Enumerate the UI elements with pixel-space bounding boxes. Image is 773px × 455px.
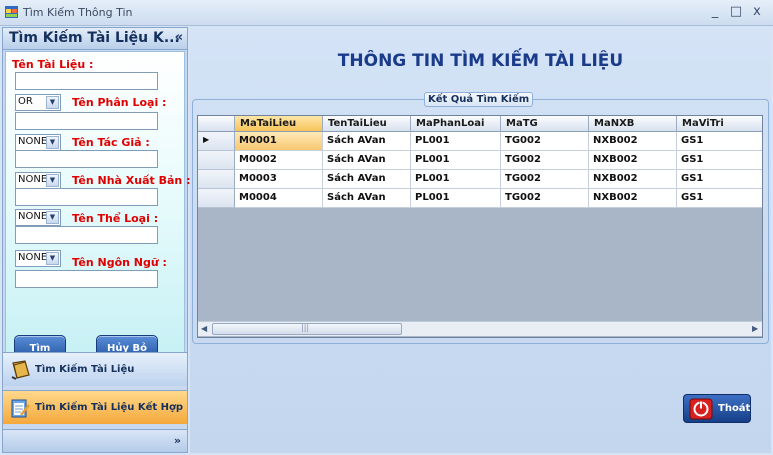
- scrollbar-thumb[interactable]: |||: [212, 323, 402, 335]
- chevron-down-icon[interactable]: ▼: [46, 252, 59, 265]
- scroll-right-icon[interactable]: ▶: [752, 324, 758, 333]
- table-cell[interactable]: M0001: [235, 132, 323, 151]
- chevron-down-icon[interactable]: ▼: [46, 136, 59, 149]
- author-operator-select[interactable]: NONE ▼: [15, 134, 61, 151]
- document-name-label: Tên Tài Liệu :: [12, 58, 94, 71]
- app-icon: [5, 6, 18, 18]
- exit-button[interactable]: Thoát: [683, 394, 751, 423]
- book-icon: [11, 360, 30, 380]
- table-cell[interactable]: TG002: [501, 189, 589, 208]
- table-cell[interactable]: NXB002: [589, 170, 677, 189]
- table-cell[interactable]: Sách AVan: [323, 189, 411, 208]
- nav-item-combined-search[interactable]: Tìm Kiếm Tài Liệu Kết Hợp: [3, 390, 187, 424]
- table-cell[interactable]: Sách AVan: [323, 170, 411, 189]
- nav-item-label: Tìm Kiếm Tài Liệu: [35, 364, 135, 375]
- language-name-label: Tên Ngôn Ngữ :: [72, 256, 167, 269]
- column-header-matg[interactable]: MaTG: [501, 116, 589, 132]
- navigation-pane: Tìm Kiếm Tài Liệu K... « Tên Tài Liệu : …: [2, 27, 190, 453]
- table-cell[interactable]: NXB002: [589, 151, 677, 170]
- table-cell[interactable]: PL001: [411, 170, 501, 189]
- power-icon: [689, 398, 713, 420]
- genre-name-label: Tên Thể Loại :: [72, 212, 159, 225]
- row-header[interactable]: [198, 151, 235, 170]
- table-cell[interactable]: Sách AVan: [323, 151, 411, 170]
- search-results-group: Kết Quả Tìm Kiếm MaTaiLieu TenTaiLieu Ma…: [192, 92, 769, 344]
- horizontal-scrollbar[interactable]: ◀ ||| ▶: [198, 321, 762, 336]
- column-header-mavitri[interactable]: MaViTri: [677, 116, 762, 132]
- publisher-operator-select[interactable]: NONE ▼: [15, 172, 61, 189]
- nav-item-document-search[interactable]: Tìm Kiếm Tài Liệu: [3, 352, 187, 386]
- table-cell[interactable]: GS1: [677, 189, 762, 208]
- document-name-input[interactable]: [15, 72, 158, 90]
- notepad-icon: [11, 399, 30, 418]
- table-cell[interactable]: PL001: [411, 151, 501, 170]
- category-name-input[interactable]: [15, 112, 158, 130]
- row-header[interactable]: [198, 189, 235, 208]
- table-cell[interactable]: TG002: [501, 151, 589, 170]
- category-operator-select[interactable]: OR ▼: [15, 94, 61, 111]
- column-header-matailieu[interactable]: MaTaiLieu: [235, 116, 323, 132]
- table-cell[interactable]: M0002: [235, 151, 323, 170]
- expand-more-icon[interactable]: »: [174, 434, 181, 447]
- grid-corner-header[interactable]: [198, 116, 235, 132]
- table-cell[interactable]: GS1: [677, 132, 762, 151]
- table-cell[interactable]: NXB002: [589, 189, 677, 208]
- nav-footer: »: [3, 429, 187, 452]
- results-grid[interactable]: MaTaiLieu TenTaiLieu MaPhanLoai MaTG MaN…: [197, 115, 763, 338]
- nav-item-label: Tìm Kiếm Tài Liệu Kết Hợp: [35, 402, 184, 413]
- table-cell[interactable]: Sách AVan: [323, 132, 411, 151]
- language-operator-select[interactable]: NONE ▼: [15, 250, 61, 267]
- nav-header-title: Tìm Kiếm Tài Liệu K...: [9, 30, 180, 46]
- current-row-arrow-icon: ▶: [203, 135, 210, 144]
- chevron-down-icon[interactable]: ▼: [46, 96, 59, 109]
- close-button[interactable]: x: [748, 4, 766, 20]
- table-cell[interactable]: GS1: [677, 170, 762, 189]
- row-header[interactable]: [198, 170, 235, 189]
- exit-button-label: Thoát: [718, 403, 751, 414]
- chevron-down-icon[interactable]: ▼: [46, 211, 59, 224]
- language-name-input[interactable]: [15, 270, 158, 288]
- main-content: THÔNG TIN TÌM KIẾM TÀI LIỆU Kết Quả Tìm …: [190, 27, 771, 453]
- page-title: THÔNG TIN TÌM KIẾM TÀI LIỆU: [337, 51, 624, 71]
- column-header-maphanloai[interactable]: MaPhanLoai: [411, 116, 501, 132]
- table-cell[interactable]: TG002: [501, 170, 589, 189]
- author-name-label: Tên Tác Giả :: [72, 136, 150, 149]
- search-results-legend: Kết Quả Tìm Kiếm: [424, 92, 534, 107]
- genre-operator-select[interactable]: NONE ▼: [15, 209, 61, 226]
- category-name-label: Tên Phân Loại :: [72, 96, 167, 109]
- publisher-name-input[interactable]: [15, 188, 158, 206]
- chevron-down-icon[interactable]: ▼: [46, 174, 59, 187]
- table-cell[interactable]: PL001: [411, 189, 501, 208]
- row-header[interactable]: ▶: [198, 132, 235, 151]
- collapse-pane-icon[interactable]: «: [175, 30, 183, 45]
- table-cell[interactable]: M0003: [235, 170, 323, 189]
- author-name-input[interactable]: [15, 150, 158, 168]
- column-header-tentailieu[interactable]: TenTaiLieu: [323, 116, 411, 132]
- title-bar: Tìm Kiếm Thông Tin _ □ x: [0, 0, 773, 26]
- window-title: Tìm Kiếm Thông Tin: [23, 6, 133, 19]
- maximize-button[interactable]: □: [727, 4, 745, 20]
- table-cell[interactable]: TG002: [501, 132, 589, 151]
- table-cell[interactable]: PL001: [411, 132, 501, 151]
- search-panel: Tên Tài Liệu : OR ▼ Tên Phân Loại : NONE…: [5, 51, 190, 379]
- table-cell[interactable]: M0004: [235, 189, 323, 208]
- publisher-name-label: Tên Nhà Xuất Bản :: [72, 174, 191, 187]
- minimize-button[interactable]: _: [706, 4, 724, 20]
- genre-name-input[interactable]: [15, 226, 158, 244]
- nav-header: Tìm Kiếm Tài Liệu K... «: [3, 28, 187, 50]
- scroll-left-icon[interactable]: ◀: [201, 324, 207, 333]
- table-cell[interactable]: NXB002: [589, 132, 677, 151]
- column-header-manxb[interactable]: MaNXB: [589, 116, 677, 132]
- table-cell[interactable]: GS1: [677, 151, 762, 170]
